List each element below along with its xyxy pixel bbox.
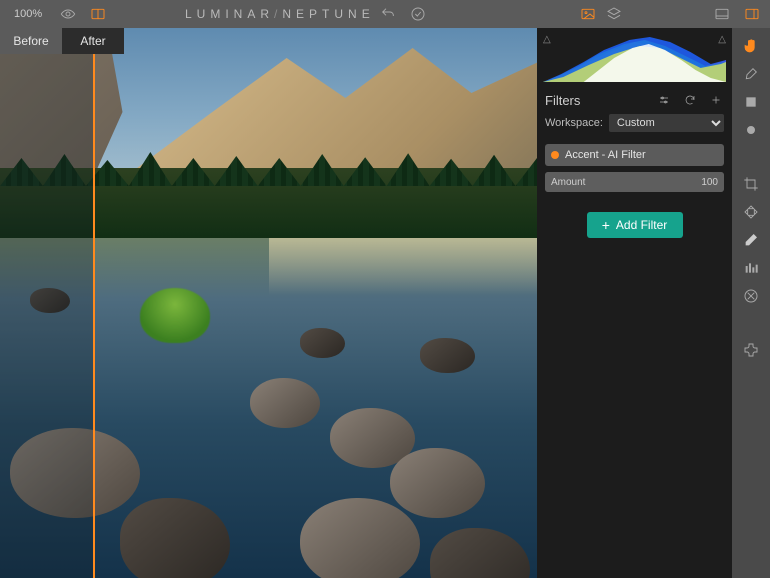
compare-labels: Before After (0, 28, 124, 54)
app-title: LUMINAR/NEPTUNE (185, 7, 375, 21)
crop-tool-icon[interactable] (743, 176, 759, 192)
after-tab[interactable]: After (62, 28, 124, 54)
eye-icon[interactable] (60, 6, 76, 22)
hand-tool-icon[interactable] (743, 38, 759, 54)
clip-warning-shadow-icon[interactable]: △ (543, 34, 551, 45)
filter-active-dot-icon (551, 151, 559, 159)
denoise-tool-icon[interactable] (743, 260, 759, 276)
filters-panel: △ △ Filters (537, 28, 732, 578)
radial-tool-icon[interactable] (743, 122, 759, 138)
before-overlay (0, 28, 93, 578)
scene-rock (390, 448, 485, 518)
eraser-tool-icon[interactable] (743, 232, 759, 248)
filter-accent-ai: Accent - AI Filter Amount 100 (545, 144, 724, 192)
filters-settings-icon[interactable] (656, 92, 672, 108)
clip-warning-highlight-icon[interactable]: △ (718, 34, 726, 45)
compare-split-icon[interactable] (90, 6, 106, 22)
slider-label: Amount (551, 177, 585, 188)
workspace-select[interactable]: Custom (609, 114, 724, 132)
refresh-icon[interactable] (682, 92, 698, 108)
clone-tool-icon[interactable] (743, 288, 759, 304)
tools-toolbar (732, 28, 770, 578)
image-icon[interactable] (580, 6, 596, 22)
checkmark-circle-icon[interactable] (410, 6, 426, 22)
workspace-label: Workspace: (545, 117, 603, 129)
side-panel-icon[interactable] (744, 6, 760, 22)
image-canvas[interactable]: Before After (0, 28, 537, 578)
scene-bush (140, 288, 210, 343)
undo-icon[interactable] (380, 6, 396, 22)
amount-slider[interactable]: Amount 100 (545, 172, 724, 192)
panel-title: Filters (545, 93, 580, 108)
scene-rock (300, 328, 345, 358)
brush-tool-icon[interactable] (743, 66, 759, 82)
gradient-tool-icon[interactable] (743, 94, 759, 110)
compare-split-handle[interactable] (93, 28, 95, 578)
zoom-level[interactable]: 100% (0, 8, 60, 20)
plus-icon[interactable] (708, 92, 724, 108)
transform-tool-icon[interactable] (743, 204, 759, 220)
histogram[interactable]: △ △ (537, 28, 732, 86)
slider-value: 100 (701, 177, 718, 188)
brand-sub: NEPTUNE (282, 7, 374, 21)
layers-icon[interactable] (606, 6, 622, 22)
scene-rock (250, 378, 320, 428)
top-bar: 100% LUMINAR/NEPTUNE (0, 0, 770, 28)
filter-header[interactable]: Accent - AI Filter (545, 144, 724, 166)
add-filter-button[interactable]: + Add Filter (587, 212, 683, 238)
brand-name: LUMINAR (185, 7, 274, 21)
scene-rock (420, 338, 475, 373)
add-filter-label: Add Filter (616, 218, 667, 232)
before-tab[interactable]: Before (0, 28, 62, 54)
bottom-panel-icon[interactable] (714, 6, 730, 22)
plugins-icon[interactable] (743, 342, 759, 358)
scene-reflection (269, 238, 538, 298)
filter-name: Accent - AI Filter (565, 149, 646, 161)
